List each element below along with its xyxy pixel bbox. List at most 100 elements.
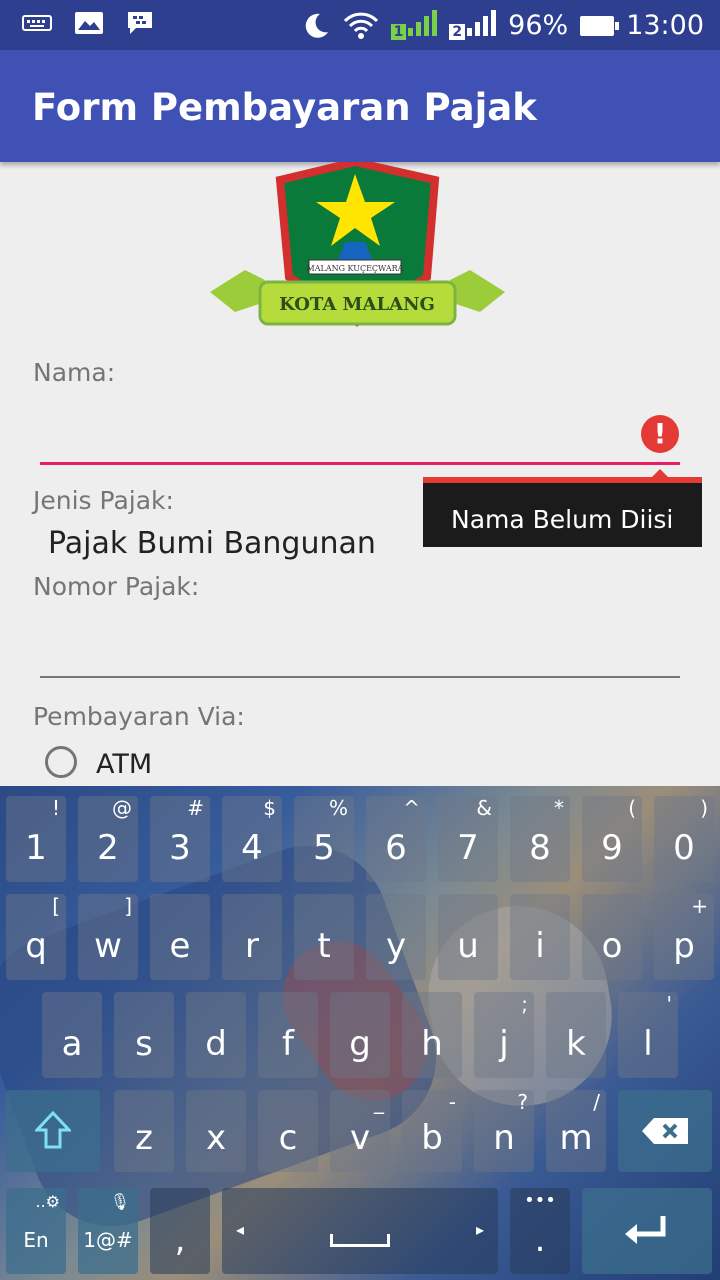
key-label: x <box>205 1118 227 1158</box>
enter-key[interactable] <box>582 1188 712 1274</box>
key-x[interactable]: x <box>186 1090 246 1172</box>
key-v[interactable]: v _ <box>330 1090 390 1172</box>
key-label: s <box>135 1024 153 1064</box>
key-i[interactable]: i <box>510 894 570 980</box>
key-7[interactable]: 7 & <box>438 796 498 882</box>
backspace-key[interactable] <box>618 1090 712 1172</box>
pembayaran-via-label: Pembayaran Via: <box>33 702 245 731</box>
key-p[interactable]: p + <box>654 894 714 980</box>
key-o[interactable]: o <box>582 894 642 980</box>
key-label: a <box>61 1024 83 1064</box>
nama-input-underline <box>40 462 680 465</box>
key-f[interactable]: f <box>258 992 318 1078</box>
key-label: c <box>278 1118 298 1158</box>
key-label: q <box>25 926 47 966</box>
key-r[interactable]: r <box>222 894 282 980</box>
key-label: r <box>245 926 259 966</box>
key-secondary-label: ' <box>666 992 673 1016</box>
key-label: 4 <box>241 828 263 868</box>
key-label: z <box>135 1118 153 1158</box>
jenis-pajak-spinner[interactable]: Pajak Bumi Bangunan <box>48 526 376 561</box>
key-label: p <box>673 926 695 966</box>
key-label: f <box>282 1024 294 1064</box>
error-message: Nama Belum Diisi <box>451 505 674 534</box>
key-secondary-label: @ <box>112 796 132 820</box>
key-secondary-label: $ <box>263 796 276 820</box>
key-label: t <box>317 926 331 966</box>
do-not-disturb-moon-icon <box>305 13 328 38</box>
key-1[interactable]: 1! <box>6 796 66 882</box>
key-8[interactable]: 8 * <box>510 796 570 882</box>
key-w[interactable]: w] <box>78 894 138 980</box>
key-secondary-label: + <box>691 894 708 918</box>
key-u[interactable]: u <box>438 894 498 980</box>
key-label: b <box>421 1118 443 1158</box>
key-q[interactable]: q[ <box>6 894 66 980</box>
key-label: h <box>421 1024 443 1064</box>
key-e[interactable]: e <box>150 894 210 980</box>
key-d[interactable]: d <box>186 992 246 1078</box>
sim1-badge: 1 <box>390 24 407 40</box>
sim2-badge: 2 <box>449 24 466 40</box>
key-g[interactable]: g <box>330 992 390 1078</box>
error-icon[interactable]: ! <box>641 415 679 453</box>
key-label: 8 <box>529 828 551 868</box>
key-label: l <box>643 1024 653 1064</box>
key-c[interactable]: c <box>258 1090 318 1172</box>
logo-motto: MALANG KUÇEÇWARA <box>307 264 404 273</box>
backspace-icon <box>642 1118 688 1144</box>
key-s[interactable]: s <box>114 992 174 1078</box>
key-3[interactable]: 3 # <box>150 796 210 882</box>
nomor-pajak-input[interactable] <box>40 605 680 675</box>
key-secondary-label: ! <box>51 796 60 820</box>
key-label: 0 <box>673 828 695 868</box>
language-key[interactable]: ..⚙ En <box>6 1188 66 1274</box>
key-t[interactable]: t <box>294 894 354 980</box>
key-h[interactable]: h <box>402 992 462 1078</box>
key-4[interactable]: 4 $ <box>222 796 282 882</box>
key-secondary-label: ] <box>124 894 132 918</box>
key-b[interactable]: b- <box>402 1090 462 1172</box>
atm-radio-label[interactable]: ATM <box>96 749 152 780</box>
atm-radio-button[interactable] <box>45 746 77 778</box>
key-z[interactable]: z <box>114 1090 174 1172</box>
symbols-key[interactable]: 🎙 1@# <box>78 1188 138 1274</box>
wifi-icon <box>343 12 378 39</box>
gallery-notification-icon <box>75 12 103 34</box>
key-0[interactable]: 0) <box>654 796 714 882</box>
key-k[interactable]: k <box>546 992 606 1078</box>
key-5[interactable]: 5% <box>294 796 354 882</box>
nama-input[interactable] <box>40 390 630 460</box>
comma-key[interactable]: , <box>150 1188 210 1274</box>
key-m[interactable]: m / <box>546 1090 606 1172</box>
cursor-left-icon: ◂ <box>236 1220 245 1239</box>
nomor-pajak-label: Nomor Pajak: <box>33 572 200 601</box>
key-n[interactable]: n? <box>474 1090 534 1172</box>
key-secondary-label: ) <box>700 796 708 820</box>
nama-label: Nama: <box>33 358 116 387</box>
key-secondary-label: & <box>476 796 492 820</box>
key-label: j <box>499 1024 509 1064</box>
period-key[interactable]: ••• . <box>510 1188 570 1274</box>
key-label: o <box>601 926 623 966</box>
status-bar: 1 2 96% 13:00 <box>0 0 720 50</box>
key-label: 6 <box>385 828 407 868</box>
key-j[interactable]: j; <box>474 992 534 1078</box>
shift-key[interactable] <box>6 1090 100 1172</box>
key-label: 2 <box>97 828 119 868</box>
key-a[interactable]: a <box>42 992 102 1078</box>
key-label: d <box>205 1024 227 1064</box>
key-9[interactable]: 9( <box>582 796 642 882</box>
key-label: w <box>94 926 122 966</box>
key-secondary-label: / <box>593 1090 600 1114</box>
key-l[interactable]: l ' <box>618 992 678 1078</box>
key-label: 9 <box>601 828 623 868</box>
jenis-pajak-label: Jenis Pajak: <box>33 486 174 515</box>
shift-arrow-icon <box>33 1110 73 1149</box>
key-y[interactable]: y <box>366 894 426 980</box>
key-2[interactable]: 2 @ <box>78 796 138 882</box>
key-secondary-label: _ <box>374 1090 384 1114</box>
nomor-pajak-underline <box>40 676 680 678</box>
key-6[interactable]: 6 ^ <box>366 796 426 882</box>
space-key[interactable]: ◂ ▸ <box>222 1188 498 1274</box>
